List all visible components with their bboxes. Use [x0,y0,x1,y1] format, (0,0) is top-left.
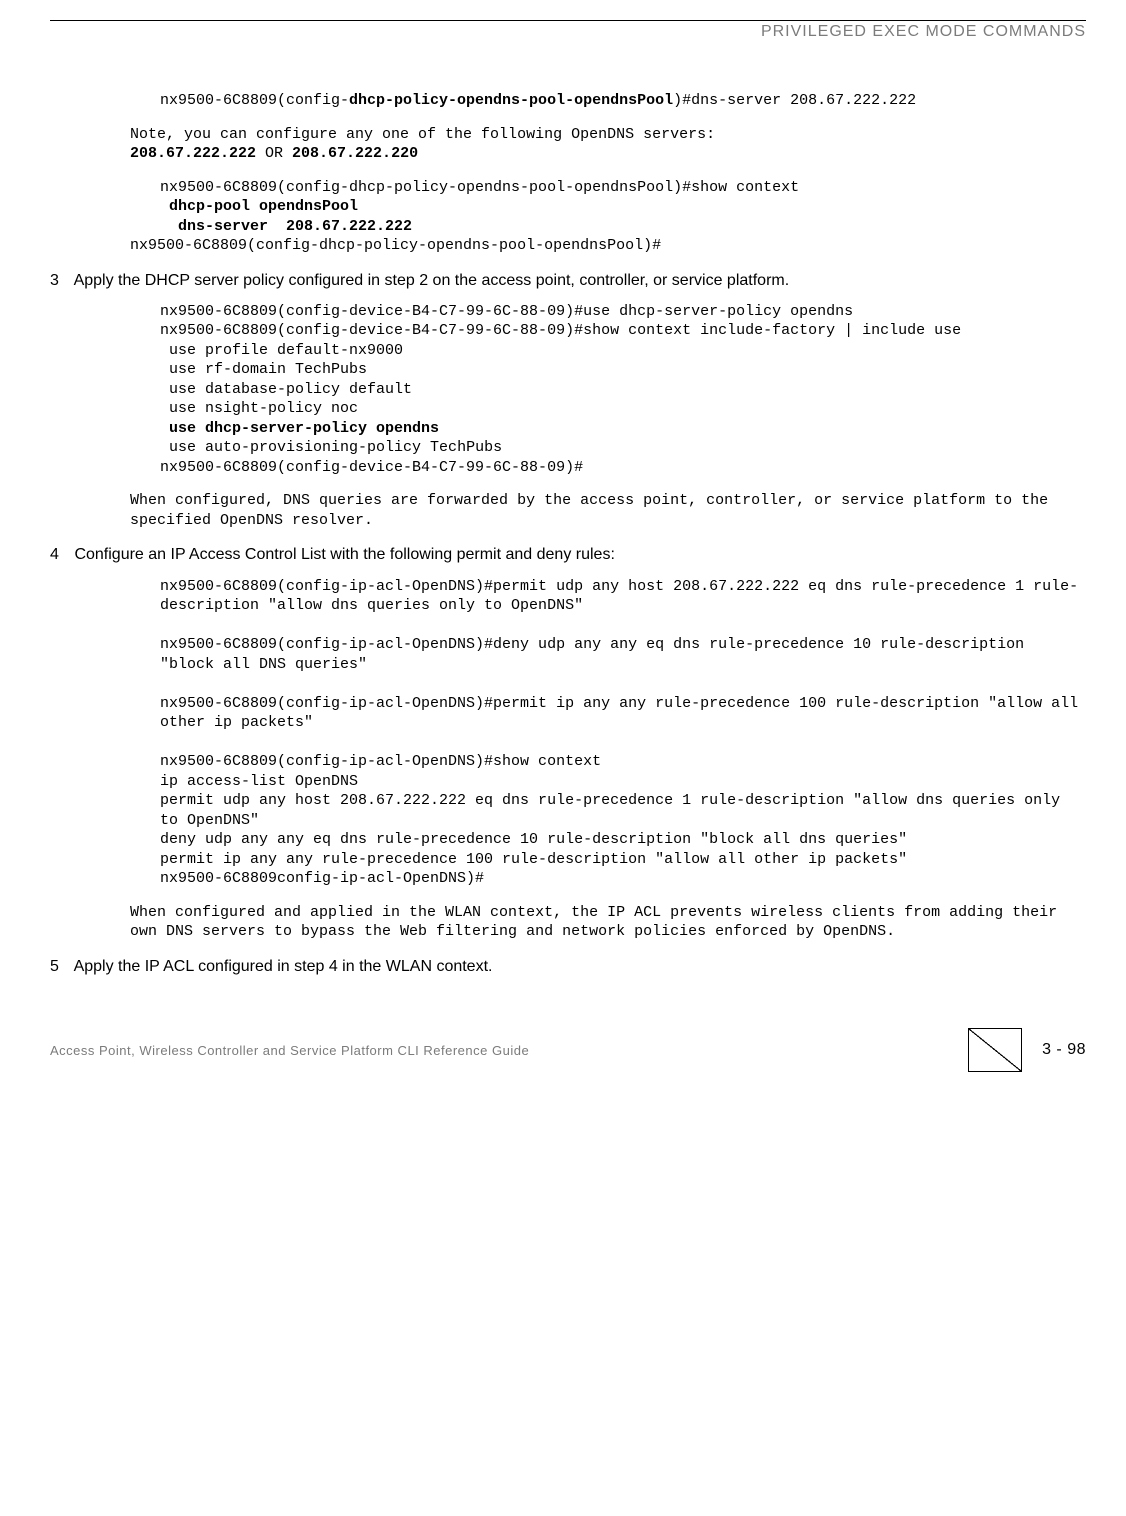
code-bold: use dhcp-server-policy opendns [160,420,439,437]
step-number: 3 [50,270,70,292]
page-number: 3 - 98 [1042,1041,1086,1059]
code-text: nx9500-6C8809(config-dhcp-policy-opendns… [130,237,661,254]
code-text: use profile default-nx9000 [160,342,403,359]
code-block-6: nx9500-6C8809(config-ip-acl-OpenDNS)#per… [160,577,1086,889]
code-text: nx9500-6C8809(config-ip-acl-OpenDNS)#den… [160,636,1033,673]
code-text: nx9500-6C8809(config-dhcp-policy-opendns… [160,179,799,196]
code-block-2: Note, you can configure any one of the f… [130,125,1086,164]
step-4: 4 Configure an IP Access Control List wi… [50,544,1086,566]
code-text: nx9500-6C8809(config-ip-acl-OpenDNS)#per… [160,695,1087,732]
code-bold: dhcp-pool opendnsPool [160,198,358,215]
step-text: Apply the IP ACL configured in step 4 in… [74,958,493,975]
footer-right: 3 - 98 [968,1028,1086,1072]
code-text: ip access-list OpenDNS [160,773,358,790]
code-bold: dns-server 208.67.222.222 [160,218,412,235]
code-text: Note, you can configure any one of the f… [130,126,724,143]
code-text: When configured, DNS queries are forward… [130,492,1057,529]
header-divider [50,20,1086,21]
code-text: nx9500-6C8809(config-ip-acl-OpenDNS)#per… [160,578,1078,615]
step-5: 5 Apply the IP ACL configured in step 4 … [50,956,1086,978]
code-text: use rf-domain TechPubs [160,361,367,378]
slash-icon [968,1028,1022,1072]
code-text: When configured and applied in the WLAN … [130,904,1066,941]
code-bold: 208.67.222.220 [292,145,418,162]
code-block-3b: nx9500-6C8809(config-dhcp-policy-opendns… [130,236,1086,256]
code-bold: 208.67.222.222 [130,145,256,162]
code-text: use auto-provisioning-policy TechPubs [160,439,502,456]
code-block-7: When configured and applied in the WLAN … [130,903,1086,942]
page-footer: Access Point, Wireless Controller and Se… [0,1018,1126,1092]
step-3: 3 Apply the DHCP server policy configure… [50,270,1086,292]
step-number: 4 [50,544,70,566]
code-text: use nsight-policy noc [160,400,358,417]
code-block-1: nx9500-6C8809(config-dhcp-policy-opendns… [160,91,1086,111]
code-text: deny udp any any eq dns rule-precedence … [160,831,907,848]
code-text: permit udp any host 208.67.222.222 eq dn… [160,792,1069,829]
code-block-5: When configured, DNS queries are forward… [130,491,1086,530]
code-text: )#dns-server 208.67.222.222 [673,92,916,109]
step-number: 5 [50,956,70,978]
code-bold: dhcp-policy-opendns-pool-opendnsPool [349,92,673,109]
footer-left-text: Access Point, Wireless Controller and Se… [50,1043,968,1058]
code-text: OR [256,145,292,162]
code-text: nx9500-6C8809(config-device-B4-C7-99-6C-… [160,459,583,476]
code-text: nx9500-6C8809(config-device-B4-C7-99-6C-… [160,322,961,339]
code-block-4: nx9500-6C8809(config-device-B4-C7-99-6C-… [160,302,1086,478]
code-text: nx9500-6C8809config-ip-acl-OpenDNS)# [160,870,484,887]
page-content: PRIVILEGED EXEC MODE COMMANDS nx9500-6C8… [0,0,1126,1018]
code-text: use database-policy default [160,381,412,398]
code-block-3: nx9500-6C8809(config-dhcp-policy-opendns… [160,178,1086,237]
code-text: nx9500-6C8809(config-device-B4-C7-99-6C-… [160,303,853,320]
code-text: permit ip any any rule-precedence 100 ru… [160,851,907,868]
code-text: nx9500-6C8809(config- [160,92,349,109]
header-title: PRIVILEGED EXEC MODE COMMANDS [50,23,1086,41]
step-text: Configure an IP Access Control List with… [74,546,614,563]
code-text: nx9500-6C8809(config-ip-acl-OpenDNS)#sho… [160,753,601,770]
step-text: Apply the DHCP server policy configured … [74,272,790,289]
